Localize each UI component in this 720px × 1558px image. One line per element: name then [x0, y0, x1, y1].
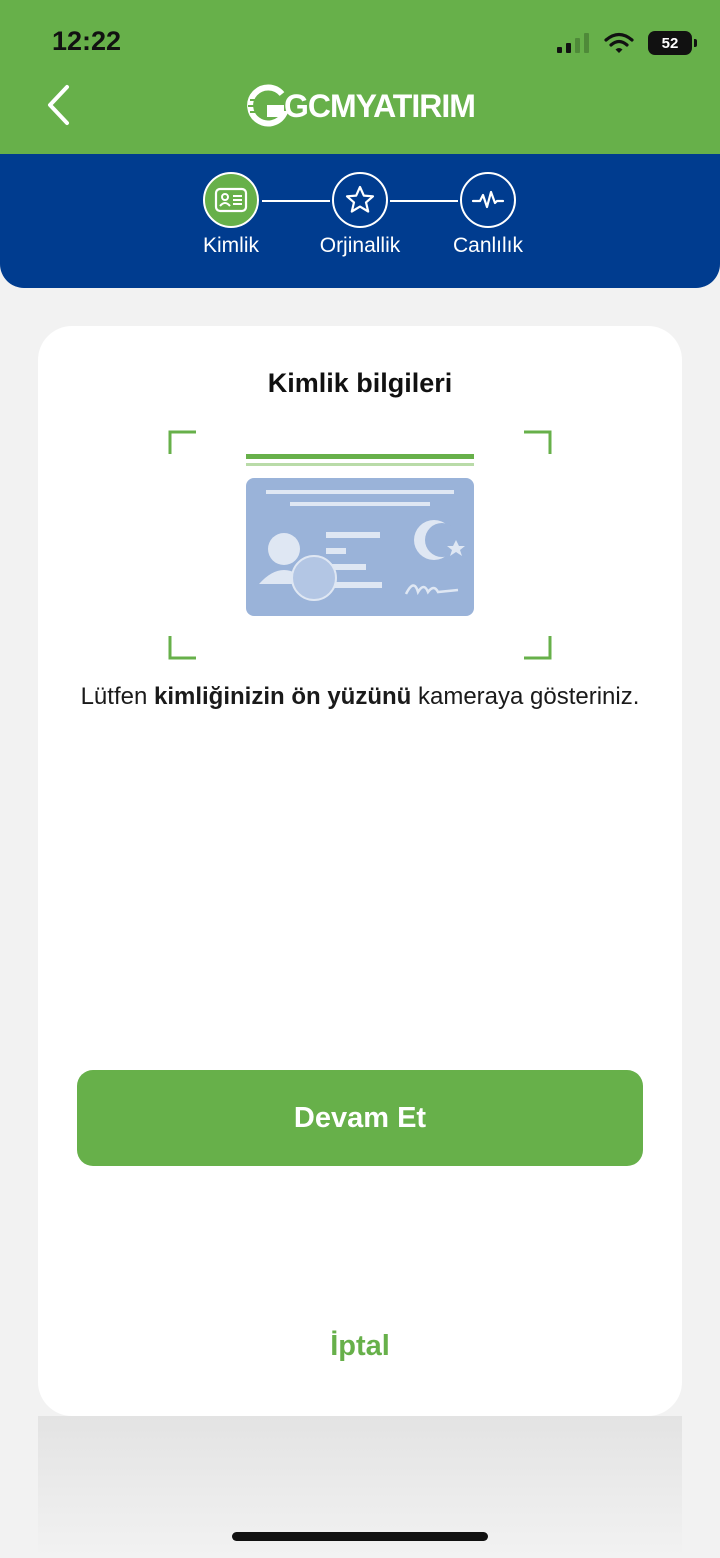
step-orjinallik: Orjinallik: [295, 172, 425, 258]
signal-icon: [557, 33, 589, 53]
battery-level: 52: [661, 34, 679, 52]
instruction-text: Lütfen kimliğinizin ön yüzünü kameraya g…: [78, 680, 642, 714]
step-label: Kimlik: [203, 234, 259, 257]
continue-button[interactable]: Devam Et: [77, 1070, 643, 1166]
instruction-suffix: kameraya gösteriniz.: [411, 683, 640, 710]
instruction-prefix: Lütfen: [80, 683, 154, 710]
status-time: 12:22: [52, 26, 122, 56]
step-kimlik: Kimlik: [166, 172, 296, 258]
logo-text: GCMYATIRIM: [284, 87, 476, 124]
cancel-button[interactable]: İptal: [38, 1330, 682, 1363]
card-title: Kimlik bilgileri: [267, 368, 453, 398]
step-label: Canlılık: [452, 234, 524, 257]
chevron-left-icon: [48, 85, 69, 125]
app-header: 12:22 52 GCMYATIRIM: [0, 0, 720, 154]
back-button[interactable]: [38, 80, 78, 130]
brand-logo: GCMYATIRIM: [246, 84, 476, 128]
step-circle: [460, 172, 516, 228]
id-card-illustration: [168, 430, 552, 660]
battery-icon: 52: [648, 31, 697, 55]
step-circle: [332, 172, 388, 228]
progress-stepper: Kimlik Orjinallik Canlılık: [0, 154, 720, 288]
star-icon: [345, 185, 375, 213]
home-indicator[interactable]: [232, 1532, 488, 1541]
instruction-emphasis: kimliğinizin ön yüzünü: [153, 683, 412, 710]
wifi-icon: [604, 32, 634, 53]
id-card-icon: [214, 187, 248, 213]
step-canlilik: Canlılık: [423, 172, 553, 258]
status-icons: 52: [556, 30, 697, 56]
step-label: Orjinallik: [319, 234, 401, 257]
step-circle: [203, 172, 259, 228]
heartbeat-icon: [471, 190, 505, 209]
id-capture-card: Kimlik bilgileri Lütfen kimliğinizin ön …: [38, 326, 682, 1416]
